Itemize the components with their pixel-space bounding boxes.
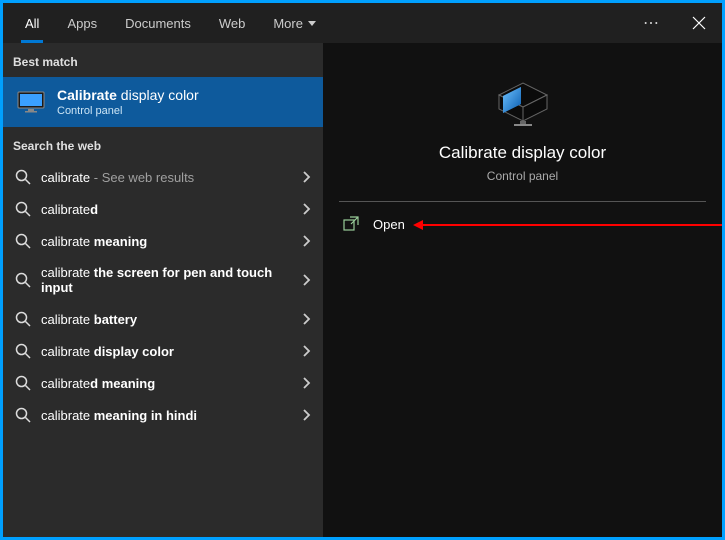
search-icon <box>15 233 31 249</box>
monitor-icon-large <box>488 73 558 129</box>
close-button[interactable] <box>676 3 722 43</box>
best-match-result[interactable]: Calibrate display color Control panel <box>3 77 323 127</box>
result-text: calibrate meaning <box>41 234 301 249</box>
more-options-button[interactable]: ⋯ <box>627 13 676 33</box>
results-pane: Best match Calibrate display color Contr… <box>3 43 323 537</box>
web-result[interactable]: calibrate meaning <box>3 225 323 257</box>
tab-apps[interactable]: Apps <box>53 3 111 43</box>
open-label: Open <box>373 217 405 232</box>
open-external-icon <box>343 216 359 232</box>
web-result[interactable]: calibrate - See web results <box>3 161 323 193</box>
search-icon <box>15 311 31 327</box>
web-result[interactable]: calibrate battery <box>3 303 323 335</box>
result-text: calibrate the screen for pen and touch i… <box>41 265 301 295</box>
best-match-title-rest: display color <box>117 87 199 103</box>
preview-subtitle: Control panel <box>487 169 558 183</box>
header-right: ⋯ <box>627 3 722 43</box>
search-icon <box>15 343 31 359</box>
tab-documents[interactable]: Documents <box>111 3 205 43</box>
result-text: calibrated meaning <box>41 376 301 391</box>
close-icon <box>692 16 706 30</box>
open-action[interactable]: Open <box>323 202 722 246</box>
best-match-title-bold: Calibrate <box>57 87 117 103</box>
web-result[interactable]: calibrate meaning in hindi <box>3 399 323 431</box>
best-match-label: Best match <box>3 43 323 77</box>
search-icon <box>15 407 31 423</box>
filter-tabs: All Apps Documents Web More <box>3 3 330 43</box>
chevron-right-icon <box>301 344 311 358</box>
web-result[interactable]: calibrate the screen for pen and touch i… <box>3 257 323 303</box>
chevron-right-icon <box>301 273 311 287</box>
chevron-right-icon <box>301 202 311 216</box>
best-match-title: Calibrate display color <box>57 87 199 103</box>
search-icon <box>15 169 31 185</box>
search-window: All Apps Documents Web More ⋯ Best match <box>0 0 725 540</box>
header-bar: All Apps Documents Web More ⋯ <box>3 3 722 43</box>
search-icon <box>15 272 31 288</box>
search-web-label: Search the web <box>3 127 323 161</box>
tab-all[interactable]: All <box>11 3 53 43</box>
body: Best match Calibrate display color Contr… <box>3 43 722 537</box>
search-icon <box>15 375 31 391</box>
chevron-down-icon <box>308 21 316 26</box>
chevron-right-icon <box>301 170 311 184</box>
result-text: calibrate meaning in hindi <box>41 408 301 423</box>
result-text: calibrate display color <box>41 344 301 359</box>
preview-title: Calibrate display color <box>439 143 606 163</box>
search-icon <box>15 201 31 217</box>
result-text: calibrated <box>41 202 301 217</box>
annotation-arrow <box>423 224 722 226</box>
web-result[interactable]: calibrated <box>3 193 323 225</box>
preview-pane: Calibrate display color Control panel Op… <box>323 43 722 537</box>
chevron-right-icon <box>301 408 311 422</box>
web-result[interactable]: calibrated meaning <box>3 367 323 399</box>
web-results-list: calibrate - See web results calibrated cal… <box>3 161 323 431</box>
tab-web[interactable]: Web <box>205 3 260 43</box>
best-match-subtitle: Control panel <box>57 105 199 117</box>
best-match-text: Calibrate display color Control panel <box>57 87 199 117</box>
chevron-right-icon <box>301 234 311 248</box>
result-text: calibrate - See web results <box>41 170 301 185</box>
chevron-right-icon <box>301 376 311 390</box>
web-result[interactable]: calibrate display color <box>3 335 323 367</box>
chevron-right-icon <box>301 312 311 326</box>
tab-more-label: More <box>273 16 303 31</box>
tab-more[interactable]: More <box>259 3 330 43</box>
preview-header: Calibrate display color Control panel <box>323 43 722 201</box>
result-text: calibrate battery <box>41 312 301 327</box>
monitor-icon <box>17 91 45 113</box>
